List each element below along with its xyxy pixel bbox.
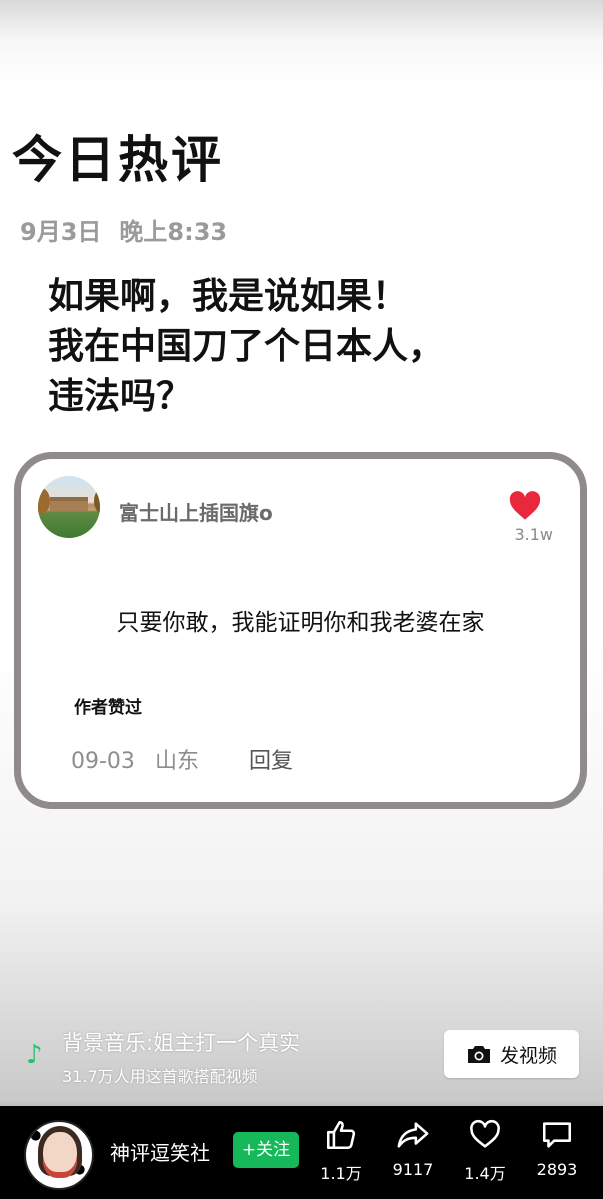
comment-card: 富士山上插国旗o 3.1w 只要你敢，我能证明你和我老婆在家 作者赞过 09-0…: [14, 452, 587, 809]
comment-meta: 09-03 山东 回复: [71, 743, 293, 775]
thumbs-up-icon: [326, 1120, 356, 1150]
comment-count: 2893: [536, 1160, 578, 1179]
follow-button[interactable]: +关注: [233, 1132, 299, 1168]
comment-text: 只要你敢，我能证明你和我老婆在家: [116, 610, 485, 636]
heart-outline-icon: [470, 1119, 500, 1148]
reply-button[interactable]: 回复: [249, 749, 293, 774]
music-usage: 31.7万人用这首歌搭配视频: [62, 1067, 258, 1086]
author-liked-badge: 作者赞过: [74, 698, 142, 718]
post-datetime: 9月3日 晚上8:33: [20, 212, 227, 247]
favorite-count: 1.4万: [464, 1164, 506, 1183]
headline: 如果啊，我是说如果！ 我在中国刀了个日本人， 违法吗？: [48, 272, 588, 422]
share-count: 9117: [392, 1160, 434, 1179]
post-time: 晚上8:33: [119, 218, 228, 246]
bottom-bar: ● ● 神评逗笑社 +关注 1.1万 9117 1.4万 2893: [0, 1106, 603, 1199]
channel-name[interactable]: 神评逗笑社: [110, 1137, 210, 1166]
headline-line: 我在中国刀了个日本人，: [48, 326, 445, 367]
like-count: 1.1万: [320, 1164, 362, 1183]
comment-bubble-icon: [542, 1122, 572, 1148]
commenter-username[interactable]: 富士山上插国旗o: [119, 497, 273, 526]
like-button[interactable]: 1.1万: [311, 1118, 371, 1184]
channel-avatar[interactable]: ● ●: [24, 1120, 94, 1190]
post-date: 9月3日: [20, 218, 102, 246]
post-video-button[interactable]: 发视频: [444, 1030, 579, 1078]
comment-button[interactable]: 2893: [527, 1118, 587, 1179]
page-title: 今日热评: [12, 131, 224, 189]
heart-icon[interactable]: [508, 491, 542, 521]
camera-icon: [467, 1046, 490, 1063]
post-video-label: 发视频: [499, 1044, 557, 1067]
comment-location: 山东: [154, 749, 199, 774]
comment-date: 09-03: [71, 749, 135, 774]
share-button[interactable]: 9117: [383, 1118, 443, 1179]
music-title[interactable]: 背景音乐:姐主打一个真实: [62, 1027, 300, 1057]
comment-like-count: 3.1w: [514, 525, 553, 544]
headline-line: 违法吗？: [48, 376, 193, 417]
headline-line: 如果啊，我是说如果！: [48, 276, 409, 317]
favorite-button[interactable]: 1.4万: [455, 1118, 515, 1184]
music-note-icon: ♪: [26, 1040, 43, 1070]
share-arrow-icon: [397, 1122, 429, 1148]
commenter-avatar[interactable]: [38, 476, 100, 538]
